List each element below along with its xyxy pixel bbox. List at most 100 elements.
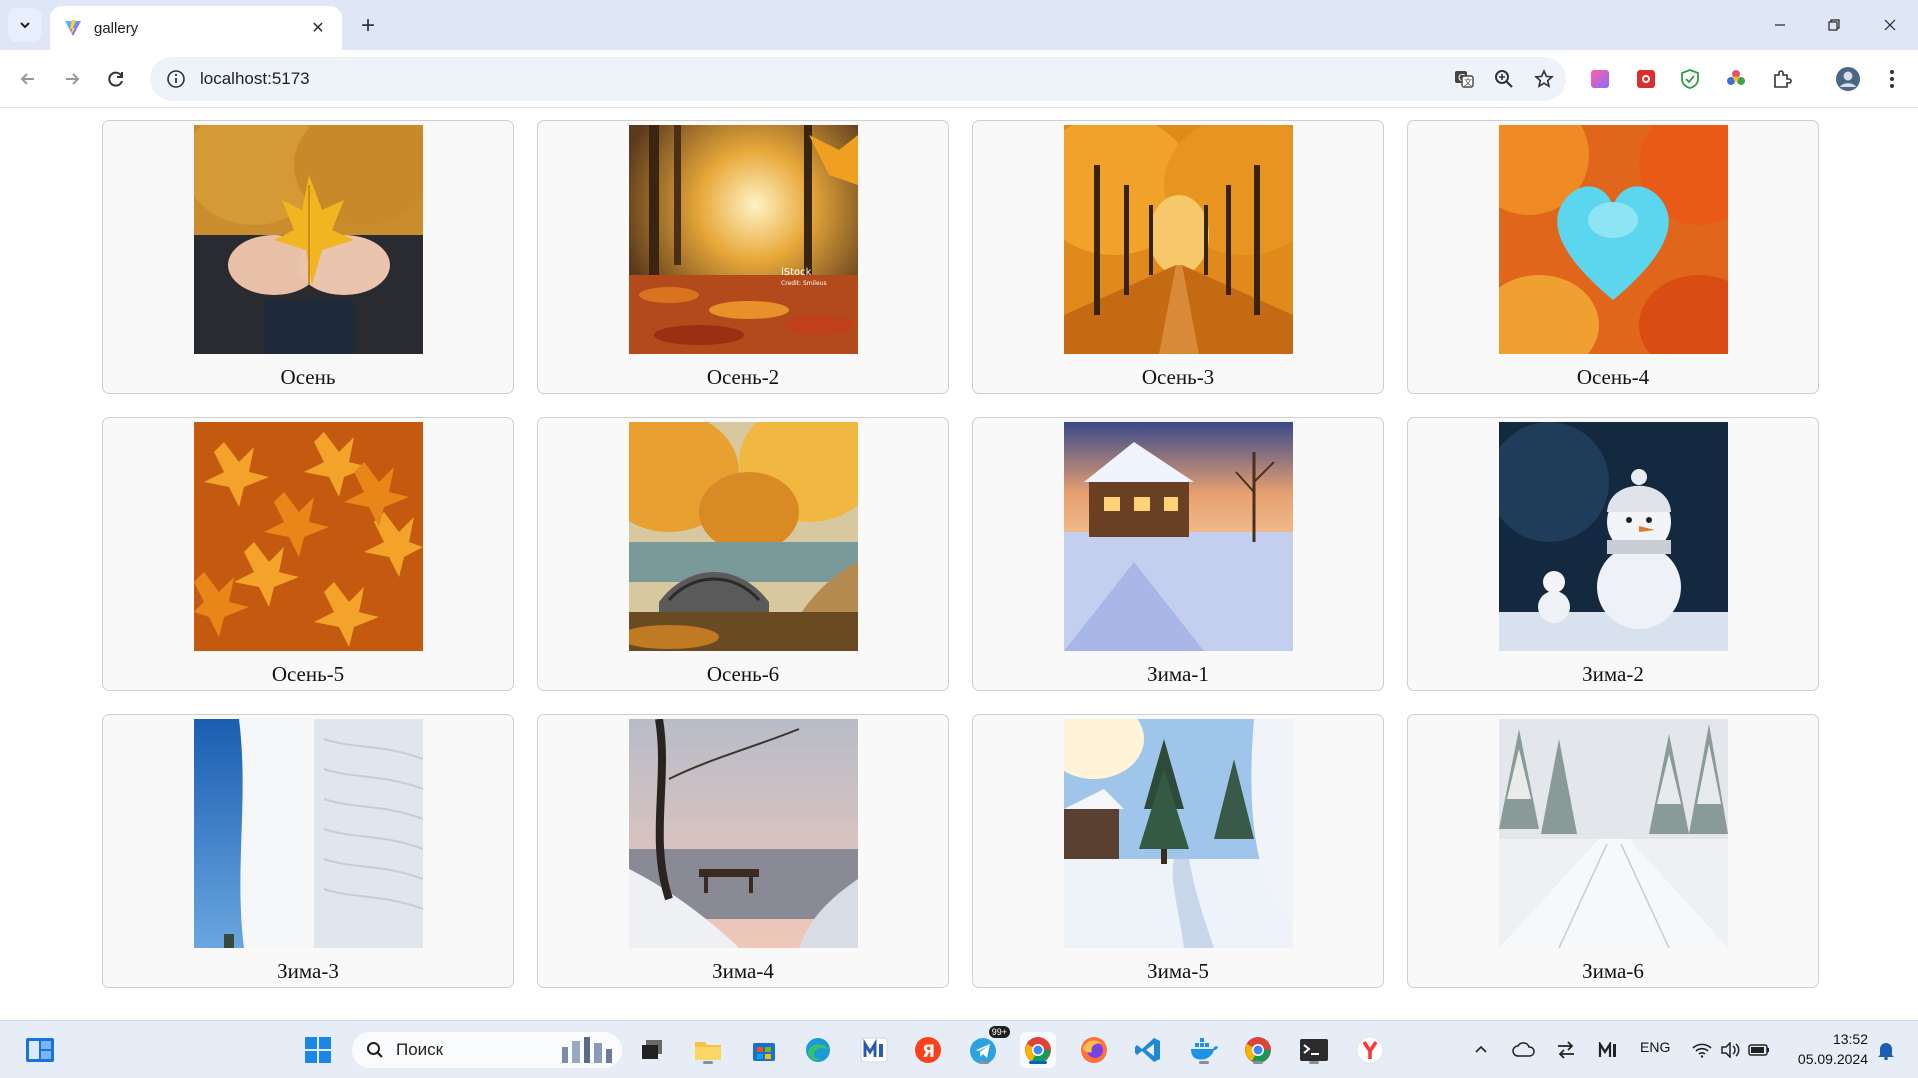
- task-view-button[interactable]: [634, 1032, 670, 1068]
- docker-button[interactable]: [1186, 1032, 1222, 1068]
- onedrive-tray[interactable]: [1510, 1032, 1538, 1068]
- notifications-button[interactable]: [1872, 1032, 1900, 1068]
- gallery-card[interactable]: iStock Credit: Smileus Осень-2: [537, 120, 949, 394]
- gallery-image[interactable]: [1064, 719, 1293, 948]
- extension-red-icon[interactable]: [1632, 65, 1660, 93]
- yandex-browser-button[interactable]: [1352, 1032, 1388, 1068]
- battery-tray[interactable]: [1746, 1032, 1772, 1068]
- yandex-button[interactable]: Я: [910, 1032, 946, 1068]
- gallery-card[interactable]: Осень-5: [102, 417, 514, 691]
- translate-icon[interactable]: G文: [1446, 61, 1482, 97]
- gallery-card[interactable]: Зима-5: [972, 714, 1384, 988]
- widgets-icon: [26, 1038, 54, 1062]
- file-explorer-button[interactable]: [690, 1032, 726, 1068]
- tray-app-m[interactable]: [1594, 1032, 1622, 1068]
- gallery-image[interactable]: [194, 719, 423, 948]
- app-button-m[interactable]: [856, 1032, 892, 1068]
- taskbar-search[interactable]: Поиск: [352, 1032, 622, 1068]
- tab-gallery[interactable]: gallery ✕: [50, 6, 342, 50]
- extension-flower-icon[interactable]: [1722, 65, 1750, 93]
- microsoft-store-button[interactable]: [746, 1032, 782, 1068]
- arrow-right-icon: [66, 73, 80, 85]
- gallery-card[interactable]: Осень-6: [537, 417, 949, 691]
- arrow-left-icon: [20, 73, 34, 85]
- zoom-icon[interactable]: [1486, 61, 1522, 97]
- gallery-image[interactable]: [1499, 422, 1728, 651]
- task-view-icon: [642, 1040, 662, 1059]
- folder-icon: [695, 1042, 721, 1060]
- taskbar: Поиск Я 99+ ENG 13:52 05.09.2024: [0, 1020, 1918, 1078]
- address-bar[interactable]: localhost:5173 G文: [150, 57, 1566, 101]
- windows-logo-icon: [305, 1037, 331, 1063]
- widgets-button[interactable]: [22, 1032, 58, 1068]
- back-button[interactable]: [12, 63, 44, 95]
- store-icon: [753, 1043, 775, 1061]
- gallery-image[interactable]: [1064, 125, 1293, 354]
- new-tab-button[interactable]: +: [352, 10, 384, 42]
- gallery-image[interactable]: [1064, 422, 1293, 651]
- gallery-image[interactable]: [1499, 125, 1728, 354]
- gallery-image[interactable]: [1499, 719, 1728, 948]
- chrome-second-button[interactable]: [1240, 1032, 1276, 1068]
- extensions-puzzle-icon[interactable]: [1768, 65, 1796, 93]
- firefox-icon: [1081, 1037, 1107, 1063]
- extension-gradient-icon[interactable]: [1586, 65, 1614, 93]
- terminal-button[interactable]: [1296, 1032, 1332, 1068]
- vscode-button[interactable]: [1130, 1032, 1166, 1068]
- transfer-tray[interactable]: [1552, 1032, 1580, 1068]
- clock-time: 13:52: [1832, 1031, 1868, 1047]
- tab-strip: gallery ✕ +: [0, 0, 1918, 50]
- gallery-grid: Осень iStock Credit: Smileus Осень-2 Осе…: [102, 120, 1819, 988]
- close-window-button[interactable]: [1862, 0, 1918, 50]
- chrome-icon: [1245, 1037, 1271, 1063]
- chrome-button-active[interactable]: [1020, 1032, 1056, 1068]
- telegram-button[interactable]: 99+: [966, 1026, 1010, 1068]
- svg-text:文: 文: [1464, 77, 1472, 87]
- gallery-image[interactable]: [194, 125, 423, 354]
- gallery-image[interactable]: [194, 422, 423, 651]
- volume-tray[interactable]: [1718, 1032, 1742, 1068]
- tab-search-button[interactable]: [8, 8, 42, 42]
- forward-button[interactable]: [56, 63, 88, 95]
- minimize-button[interactable]: [1752, 0, 1808, 50]
- gallery-card[interactable]: Зима-6: [1407, 714, 1819, 988]
- gallery-image[interactable]: iStock Credit: Smileus: [629, 125, 858, 354]
- gallery-image[interactable]: [629, 719, 858, 948]
- restore-icon: [1828, 19, 1840, 31]
- gallery-image[interactable]: [629, 422, 858, 651]
- start-button[interactable]: [300, 1032, 336, 1068]
- shield-icon[interactable]: [1676, 65, 1704, 93]
- site-info-icon[interactable]: [164, 67, 188, 91]
- chevron-up-icon: [1475, 1045, 1487, 1053]
- gallery-caption: Зима-2: [1582, 662, 1644, 686]
- sync-arrows-icon: [1558, 1041, 1574, 1059]
- chevron-down-icon: [20, 22, 30, 29]
- gallery-caption: Осень-5: [271, 662, 345, 686]
- telegram-badge: 99+: [988, 1026, 1010, 1038]
- gallery-card[interactable]: Осень-4: [1407, 120, 1819, 394]
- restore-button[interactable]: [1806, 0, 1862, 50]
- gallery-card[interactable]: Осень: [102, 120, 514, 394]
- gallery-caption: Зима-4: [712, 959, 774, 983]
- tray-overflow-button[interactable]: [1470, 1032, 1492, 1068]
- snowman-image: [1499, 422, 1728, 651]
- profile-avatar-icon[interactable]: [1834, 65, 1862, 93]
- url-text[interactable]: localhost:5173: [200, 69, 1446, 89]
- bookmark-star-icon[interactable]: [1526, 61, 1562, 97]
- autumn-alley-image: [1064, 125, 1293, 354]
- edge-button[interactable]: [800, 1032, 836, 1068]
- reload-button[interactable]: [100, 63, 132, 95]
- gallery-card[interactable]: Осень-3: [972, 120, 1384, 394]
- speaker-icon: [1721, 1042, 1740, 1058]
- wifi-tray[interactable]: [1690, 1032, 1714, 1068]
- gallery-card[interactable]: Зима-4: [537, 714, 949, 988]
- language-indicator[interactable]: ENG: [1640, 1039, 1670, 1055]
- gallery-card[interactable]: Зима-1: [972, 417, 1384, 691]
- firefox-button[interactable]: [1076, 1032, 1112, 1068]
- gallery-card[interactable]: Зима-2: [1407, 417, 1819, 691]
- system-clock[interactable]: 13:52 05.09.2024: [1790, 1029, 1868, 1069]
- snowy-forest-cabin-image: [1064, 719, 1293, 948]
- browser-menu-icon[interactable]: [1878, 65, 1906, 93]
- tab-close-icon[interactable]: ✕: [308, 18, 328, 38]
- gallery-card[interactable]: Зима-3: [102, 714, 514, 988]
